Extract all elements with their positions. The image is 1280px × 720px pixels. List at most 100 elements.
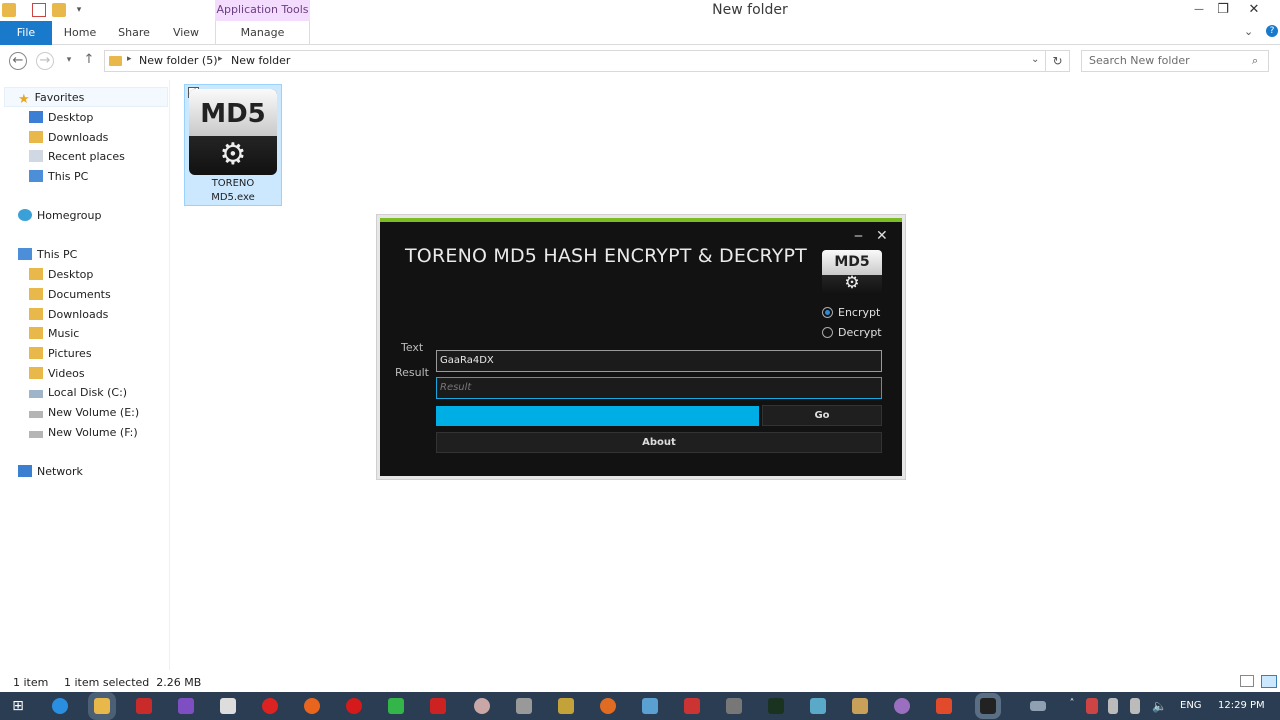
network-icon [18,465,32,477]
tray-icon-2[interactable] [1108,698,1118,714]
customize-quick-access-icon[interactable]: ▾ [72,3,86,17]
tray-icon-1[interactable] [1086,698,1098,714]
file-item-toreno-md5[interactable]: ✓ MD5 ⚙ TORENO MD5.exe [184,84,282,206]
app-icon-9[interactable] [642,698,658,714]
help-icon[interactable]: ? [1266,25,1278,37]
title-bar: ▾ Application Tools New folder — ❐ ✕ [0,0,1280,21]
gear-icon: ⚙ [844,273,860,293]
properties-icon[interactable] [32,3,46,17]
nav-thispc[interactable]: This PC [18,245,77,264]
search-icon: ⌕ [1252,54,1259,67]
application-tools-label: Application Tools [215,0,310,21]
folder-icon [2,3,16,17]
nav-pc-videos[interactable]: Videos [29,364,85,383]
new-folder-icon[interactable] [52,3,66,17]
nav-favorites[interactable]: ★ Favorites [18,88,84,107]
tab-home[interactable]: Home [60,21,100,45]
address-bar[interactable]: ▸ New folder (5) ▸ New folder ⌄ [104,50,1046,72]
app-icon-11[interactable] [726,698,742,714]
ribbon-expand-icon[interactable]: ⌄ [1244,25,1253,38]
maximize-button[interactable]: ❐ [1207,0,1239,21]
nav-fav-desktop[interactable]: Desktop [29,108,93,127]
nav-pc-music[interactable]: Music [29,324,79,343]
app-icon-8[interactable] [558,698,574,714]
opera-icon[interactable] [346,698,362,714]
status-bar: 1 item 1 item selected 2.26 MB [0,672,1280,692]
nav-pc-downloads[interactable]: Downloads [29,305,108,324]
chevron-down-icon[interactable]: ⌄ [1031,54,1039,65]
nav-network[interactable]: Network [18,462,83,481]
ribbon: File Home Share View Manage ⌄ ? [0,21,1280,45]
app-icon-1[interactable] [136,698,152,714]
nav-pc-pictures[interactable]: Pictures [29,344,92,363]
text-input[interactable]: GaaRa4DX [436,350,882,372]
tray-expand-icon[interactable]: ˄ [1064,698,1080,714]
app-icon-16[interactable] [936,698,952,714]
volume-icon[interactable]: 🔈 [1152,698,1168,714]
search-input[interactable]: Search New folder ⌕ [1081,50,1269,72]
app-icon-5[interactable] [430,698,446,714]
go-button[interactable]: Go [762,405,882,426]
firefox-icon-2[interactable] [600,698,616,714]
firefox-icon[interactable] [304,698,320,714]
ie-icon[interactable] [52,698,68,714]
large-icons-view-icon[interactable] [1261,675,1277,688]
item-count: 1 item [13,676,49,689]
app-icon-14[interactable] [852,698,868,714]
folder-icon [109,56,122,66]
result-input[interactable]: Result [436,377,882,399]
app-icon-2[interactable] [220,698,236,714]
clock[interactable]: 12:29 PM [1218,700,1265,711]
nav-fav-downloads[interactable]: Downloads [29,128,108,147]
breadcrumb-new-folder[interactable]: New folder [231,54,290,67]
nav-pc-volume-e[interactable]: New Volume (E:) [29,403,139,422]
star-icon: ★ [18,92,30,107]
tab-share[interactable]: Share [112,21,156,45]
back-button[interactable]: ← [9,52,27,70]
nav-pc-volume-f[interactable]: New Volume (F:) [29,423,138,442]
app-icon-15[interactable] [894,698,910,714]
nav-homegroup[interactable]: Homegroup [18,206,101,225]
app-icon-7[interactable] [516,698,532,714]
file-explorer-icon[interactable] [94,698,110,714]
visual-studio-icon[interactable] [178,698,194,714]
app-icon-6[interactable] [474,698,490,714]
tab-view[interactable]: View [166,21,206,45]
dialog-close-button[interactable]: ✕ [876,228,888,244]
refresh-button[interactable]: ↻ [1046,50,1070,72]
nav-fav-thispc[interactable]: This PC [29,167,88,186]
nav-fav-recent[interactable]: Recent places [29,147,125,166]
md5-taskbar-icon[interactable] [980,698,996,714]
dialog-minimize-button[interactable]: ‒ [854,228,863,244]
start-button-icon[interactable]: ⊞ [10,698,26,714]
app-icon-10[interactable] [684,698,700,714]
about-button[interactable]: About [436,432,882,453]
tray-icon-3[interactable] [1130,698,1140,714]
documents-folder-icon [29,288,43,300]
nav-pc-local-disk-c[interactable]: Local Disk (C:) [29,383,127,402]
app-icon-3[interactable] [262,698,278,714]
radio-encrypt[interactable]: Encrypt [822,306,880,319]
close-button[interactable]: ✕ [1238,0,1270,21]
text-label: Text [401,341,424,354]
nav-pc-documents[interactable]: Documents [29,285,111,304]
language-indicator[interactable]: ENG [1180,700,1202,711]
nav-pc-desktop[interactable]: Desktop [29,265,93,284]
radio-unselected-icon [822,327,833,338]
tab-file[interactable]: File [0,21,52,45]
radio-selected-icon [822,307,833,318]
up-button[interactable]: ↑ [80,52,98,70]
keyboard-icon[interactable] [1030,701,1046,711]
videos-folder-icon [29,367,43,379]
app-icon-13[interactable] [810,698,826,714]
forward-button[interactable]: → [36,52,54,70]
breadcrumb-new-folder-5[interactable]: New folder (5) [139,54,218,67]
md5-logo: MD5 ⚙ [822,250,882,295]
recent-locations-icon[interactable]: ▾ [60,52,78,70]
tab-manage[interactable]: Manage [215,21,310,45]
app-icon-12[interactable] [768,698,784,714]
app-icon-4[interactable] [388,698,404,714]
radio-decrypt[interactable]: Decrypt [822,326,882,339]
details-view-icon[interactable] [1240,675,1254,687]
navigation-pane: ★ Favorites Desktop Downloads Recent plac… [0,80,170,670]
